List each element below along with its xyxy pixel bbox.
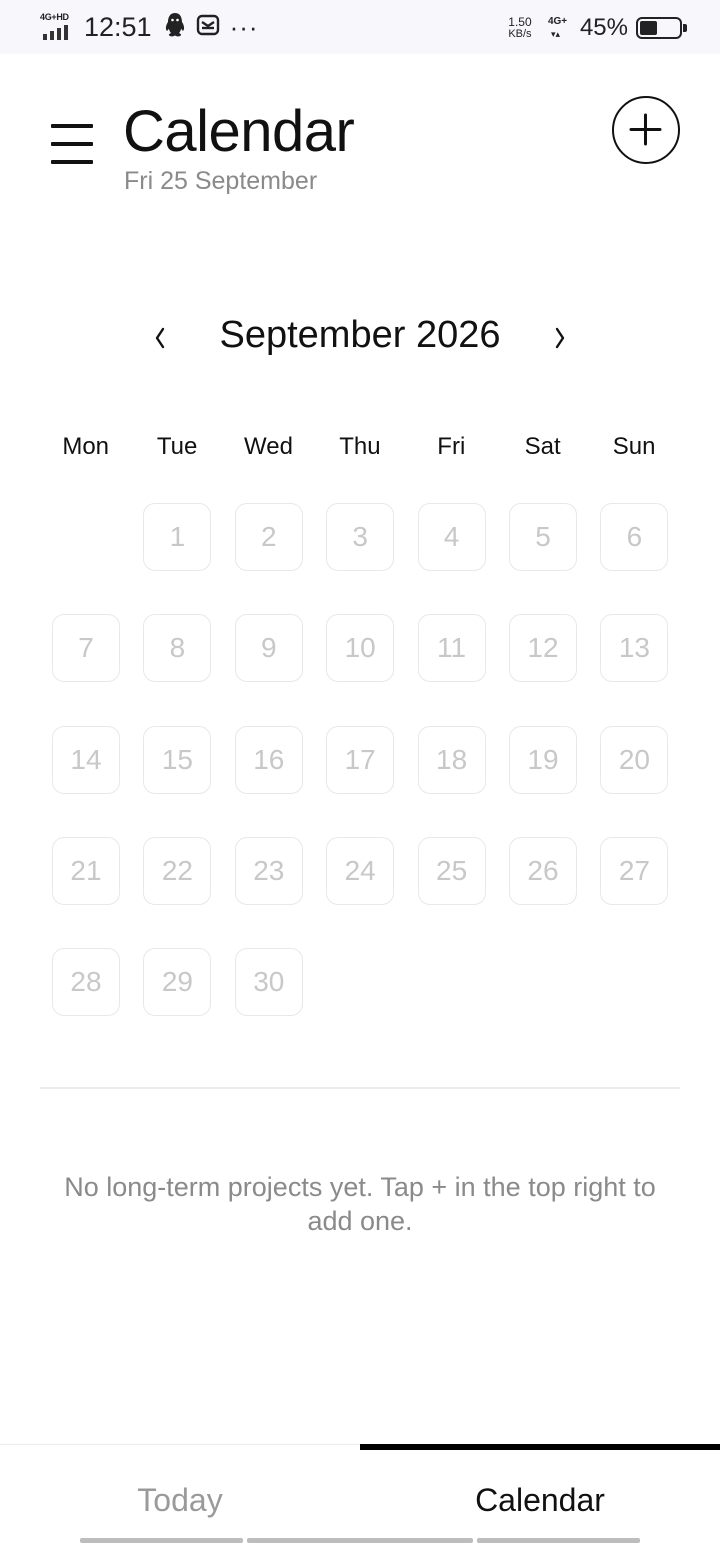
signal-icon: 4G+HD <box>40 12 74 42</box>
tab-calendar[interactable]: Calendar <box>360 1445 720 1544</box>
tab-label: Calendar <box>475 1482 605 1518</box>
calendar-day[interactable]: 2 <box>234 503 303 571</box>
qq-penguin-icon <box>164 12 186 43</box>
calendar-day[interactable]: 9 <box>234 614 303 682</box>
active-tab-indicator <box>360 1444 720 1450</box>
add-project-button[interactable] <box>612 96 680 164</box>
calendar-day[interactable]: 16 <box>234 726 303 794</box>
calendar-day[interactable]: 7 <box>52 614 120 682</box>
month-year-label: September 2026 <box>219 314 501 356</box>
battery-level-fill <box>640 21 657 35</box>
status-bar: 4G+HD 12:51 ··· 1.50 KB/s 4G+ ▾▴ 45% <box>0 0 720 54</box>
calendar-day[interactable]: 30 <box>234 948 303 1016</box>
battery-icon <box>636 17 687 39</box>
weekday-label: Sun <box>612 433 656 460</box>
calendar-day[interactable]: 17 <box>326 726 395 794</box>
calendar-day[interactable]: 26 <box>509 837 577 905</box>
system-nav-segment <box>247 1538 473 1543</box>
calendar-day[interactable]: 5 <box>509 503 577 571</box>
calendar-day[interactable]: 22 <box>143 837 212 905</box>
calendar-day[interactable]: 23 <box>234 837 303 905</box>
section-divider <box>40 1087 680 1089</box>
calendar-day[interactable]: 3 <box>326 503 395 571</box>
weekday-label: Thu <box>339 433 381 460</box>
weekday-label: Wed <box>244 433 293 460</box>
mail-icon <box>196 13 220 42</box>
calendar-day[interactable]: 25 <box>417 837 486 905</box>
status-time: 12:51 <box>84 11 152 42</box>
status-bar-right: 1.50 KB/s 4G+ ▾▴ 45% <box>504 12 687 44</box>
current-date-subtitle: Fri 25 September <box>124 167 318 195</box>
tab-today[interactable]: Today <box>0 1445 360 1544</box>
calendar-day[interactable]: 1 <box>143 503 212 571</box>
tab-label: Today <box>137 1482 223 1518</box>
calendar-day-grid: 1 2 3 4 5 6 7 8 9 10 11 12 13 14 15 16 1… <box>40 503 680 1023</box>
calendar-day[interactable]: 24 <box>326 837 395 905</box>
weekday-label: Tue <box>156 433 198 460</box>
calendar-day[interactable]: 10 <box>326 614 395 682</box>
bottom-tab-bar: Today Calendar <box>0 1444 720 1544</box>
weekday-label: Mon <box>62 433 110 460</box>
calendar-day[interactable]: 28 <box>52 948 120 1016</box>
next-month-button[interactable] <box>540 318 580 358</box>
calendar-day[interactable]: 19 <box>509 726 577 794</box>
network-speed: 1.50 KB/s <box>508 15 532 40</box>
hamburger-menu-icon[interactable] <box>51 124 93 166</box>
weekday-header: Mon Tue Wed Thu Fri Sat Sun <box>40 432 680 464</box>
chevron-right-icon <box>555 327 565 349</box>
network-type-label: 4G+HD <box>40 12 69 22</box>
calendar-day[interactable]: 27 <box>600 837 669 905</box>
calendar-day[interactable]: 21 <box>52 837 120 905</box>
calendar-day[interactable]: 11 <box>417 614 486 682</box>
plus-circle-icon <box>629 113 662 146</box>
calendar-day[interactable]: 29 <box>143 948 212 1016</box>
system-nav-segment <box>80 1538 243 1543</box>
mobile-data-icon: 4G+ ▾▴ <box>547 16 568 39</box>
calendar-day[interactable]: 6 <box>600 503 669 571</box>
calendar-day[interactable]: 8 <box>143 614 212 682</box>
calendar-screen: 4G+HD 12:51 ··· 1.50 KB/s 4G+ ▾▴ 45% Cal… <box>0 0 720 1544</box>
calendar-day[interactable]: 18 <box>417 726 486 794</box>
notification-overflow-icon: ··· <box>229 12 259 42</box>
calendar-day[interactable]: 14 <box>52 726 120 794</box>
battery-percent: 45% <box>579 14 628 41</box>
weekday-label: Sat <box>524 433 561 460</box>
calendar-day[interactable]: 4 <box>417 503 486 571</box>
calendar-day[interactable]: 15 <box>143 726 212 794</box>
weekday-label: Fri <box>437 433 466 460</box>
calendar-day[interactable]: 12 <box>509 614 577 682</box>
empty-projects-message: No long-term projects yet. Tap + in the … <box>64 1172 656 1236</box>
system-nav-segment <box>477 1538 640 1543</box>
calendar-day[interactable]: 20 <box>600 726 669 794</box>
calendar-day[interactable]: 13 <box>600 614 669 682</box>
status-bar-left: 4G+HD 12:51 ··· <box>40 10 259 44</box>
page-title: Calendar <box>123 99 355 164</box>
